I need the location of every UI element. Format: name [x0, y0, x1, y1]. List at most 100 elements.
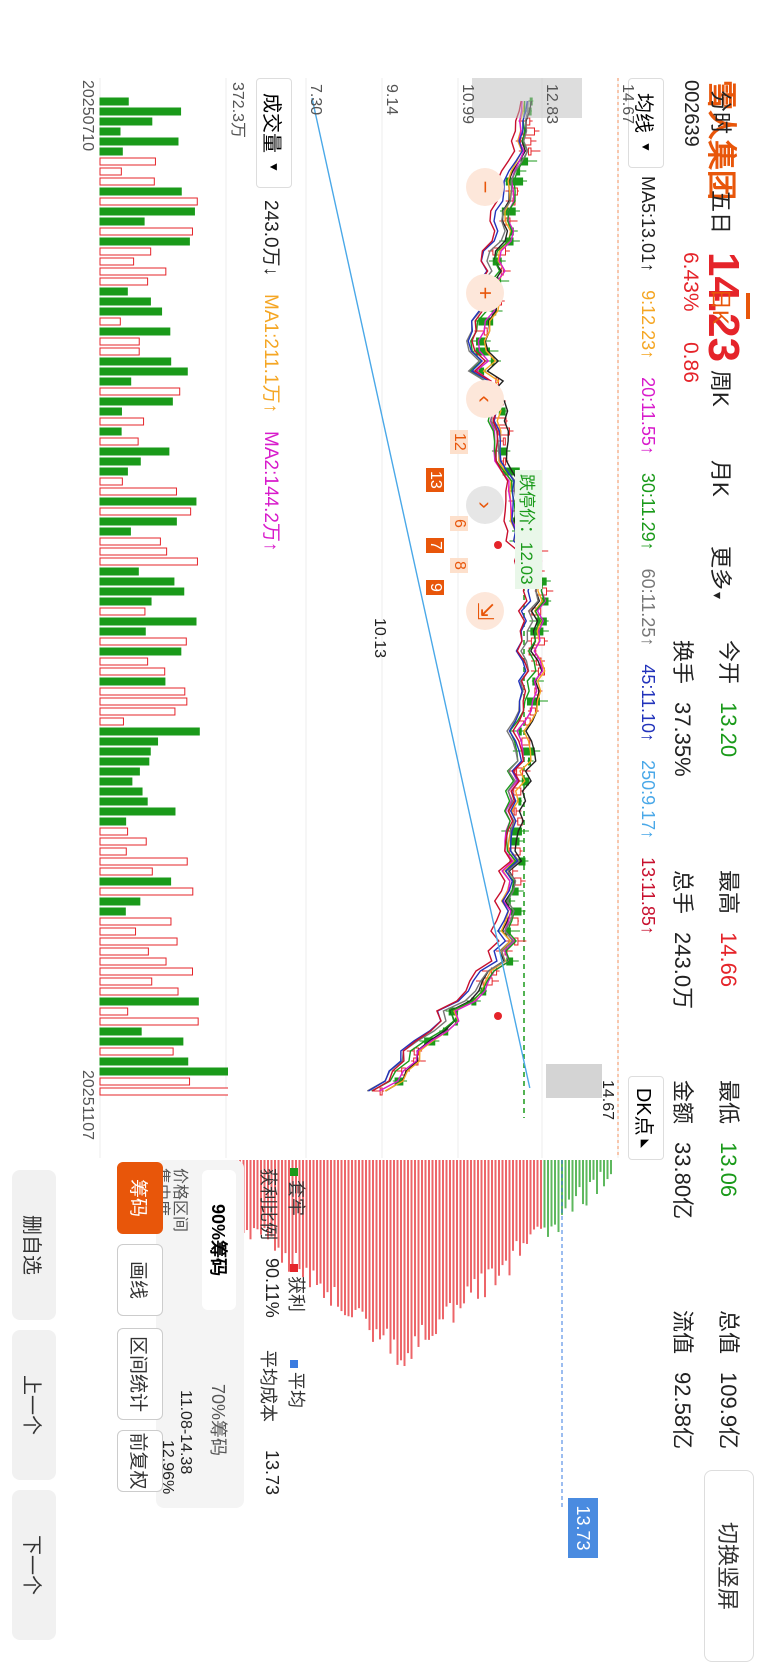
zoom-minus-button[interactable]: − — [466, 168, 504, 206]
volume-bar — [99, 1017, 199, 1026]
chip-tab-3[interactable]: 前复权 — [117, 1430, 163, 1492]
volume-axis-top: 372.3万 — [229, 82, 246, 139]
chip-bar — [494, 1160, 497, 1286]
volume-bar — [99, 987, 179, 996]
chip-tab-0[interactable]: 筹码 — [117, 1162, 163, 1234]
candle — [503, 457, 507, 466]
chip-bar — [554, 1160, 556, 1225]
volume-bar — [99, 717, 124, 726]
chip-bar — [393, 1160, 395, 1340]
cursor-box — [546, 1064, 602, 1098]
volume-bar — [99, 557, 198, 566]
volume-bar — [99, 817, 127, 826]
chip-bar — [253, 1160, 255, 1229]
volume-bar — [99, 347, 140, 356]
volume-bar — [99, 187, 182, 196]
chevron-down-icon: ▼ — [639, 141, 653, 153]
chip-bar — [522, 1160, 525, 1244]
chip-bar — [519, 1160, 521, 1256]
volume-bar — [99, 897, 141, 906]
volume-bar — [99, 907, 126, 916]
chip-bar — [589, 1160, 591, 1183]
volume-bar — [99, 227, 193, 236]
stat-label: 流值 — [670, 1310, 695, 1355]
chip-bar — [421, 1160, 423, 1325]
chip-bar — [365, 1160, 367, 1319]
dk-point-button[interactable]: DK点 ◣ — [628, 1076, 664, 1160]
zoom-collapse-button[interactable]: ⇲ — [466, 592, 504, 630]
chip-tab-2[interactable]: 区间统计 — [117, 1328, 163, 1420]
volume-chart[interactable] — [98, 78, 228, 1158]
kline-chart[interactable] — [302, 78, 622, 1158]
chip-bar — [249, 1160, 252, 1240]
chip-bar — [582, 1160, 584, 1205]
chip-bar — [536, 1160, 539, 1227]
chip-bar — [606, 1160, 609, 1180]
price-axis-label: 12.83 — [543, 84, 560, 125]
volume-bar — [99, 427, 122, 436]
signal-number: 6 — [450, 516, 468, 531]
chip-bar — [599, 1160, 602, 1172]
chip-70-tab[interactable]: 70%筹码 — [202, 1350, 236, 1490]
chip-bar — [484, 1160, 486, 1298]
volume-bar — [99, 477, 123, 486]
volume-bar — [99, 617, 197, 626]
profit-ratio-label: 获利比例 — [258, 1168, 278, 1240]
chip-bar — [512, 1160, 514, 1251]
tab-2[interactable]: 日K — [706, 288, 738, 325]
candle — [513, 807, 517, 816]
stat-1: 最高 14.66 — [714, 870, 746, 987]
stock-code: 002639 — [680, 80, 702, 147]
chip-stats-card: 90%筹码 70%筹码 价格区间 11.08-14.38 集中度 12.96% — [153, 1160, 244, 1508]
volume-bar — [99, 387, 181, 396]
volume-bar — [99, 707, 176, 716]
prev-button[interactable]: 上一个 — [12, 1330, 56, 1480]
chip-avg-label: 13.73 — [568, 1498, 598, 1558]
volume-bar — [99, 857, 188, 866]
switch-portrait-button[interactable]: 切换竖屏 — [704, 1470, 754, 1662]
next-button[interactable]: 下一个 — [12, 1490, 56, 1640]
legend-swatch — [290, 1168, 298, 1176]
chip-bar — [508, 1160, 511, 1276]
volume-bar — [99, 697, 188, 706]
tab-4[interactable]: 月K — [706, 460, 738, 497]
remove-favorite-button[interactable]: 删自选 — [12, 1170, 56, 1320]
zoom-plus-button[interactable]: + — [466, 274, 504, 312]
stat-value: 243.0万 — [670, 932, 695, 1010]
volume-bar — [99, 467, 128, 476]
chip-bar — [389, 1160, 392, 1354]
volume-bar — [99, 367, 188, 376]
volume-bar — [99, 1087, 228, 1096]
volume-bar — [99, 1027, 142, 1036]
chip-bar — [326, 1160, 329, 1293]
stat-5: 总手 243.0万 — [668, 870, 700, 1009]
chip-bar — [333, 1160, 336, 1288]
tab-0[interactable]: 分时 — [706, 90, 738, 134]
chip-bar — [400, 1160, 402, 1361]
volume-bar — [99, 417, 145, 426]
zoom-right-button[interactable]: › — [466, 486, 504, 524]
chip-90-tab[interactable]: 90%筹码 — [202, 1170, 236, 1310]
chip-bar — [473, 1160, 476, 1280]
range-value: 11.08-14.38 — [177, 1390, 194, 1475]
ma-value: MA5:13.01↑ — [638, 176, 658, 273]
volume-bar — [99, 1047, 174, 1056]
chip-bar — [585, 1160, 588, 1206]
tab-5[interactable]: 更多▾ — [706, 546, 738, 599]
tab-1[interactable]: 五日 — [706, 190, 738, 234]
volume-bar — [99, 677, 166, 686]
volume-bar — [99, 647, 182, 656]
tab-3[interactable]: 周K — [706, 370, 738, 407]
chip-tab-1[interactable]: 画线 — [117, 1244, 163, 1316]
volume-bar — [99, 267, 167, 276]
volume-ma-value: MA2:144.2万↑ — [260, 431, 281, 552]
volume-selector[interactable]: 成交量 ▼ — [256, 78, 292, 188]
volume-bar — [99, 217, 145, 226]
volume-bar — [99, 587, 185, 596]
ma-value: 13:11.85↑ — [638, 857, 658, 935]
zoom-left-button[interactable]: ‹ — [466, 380, 504, 418]
plus-icon: + — [473, 286, 498, 300]
volume-bar — [99, 337, 140, 346]
stat-label: 今开 — [716, 640, 741, 685]
stat-3: 总值 109.9亿 — [714, 1310, 746, 1449]
